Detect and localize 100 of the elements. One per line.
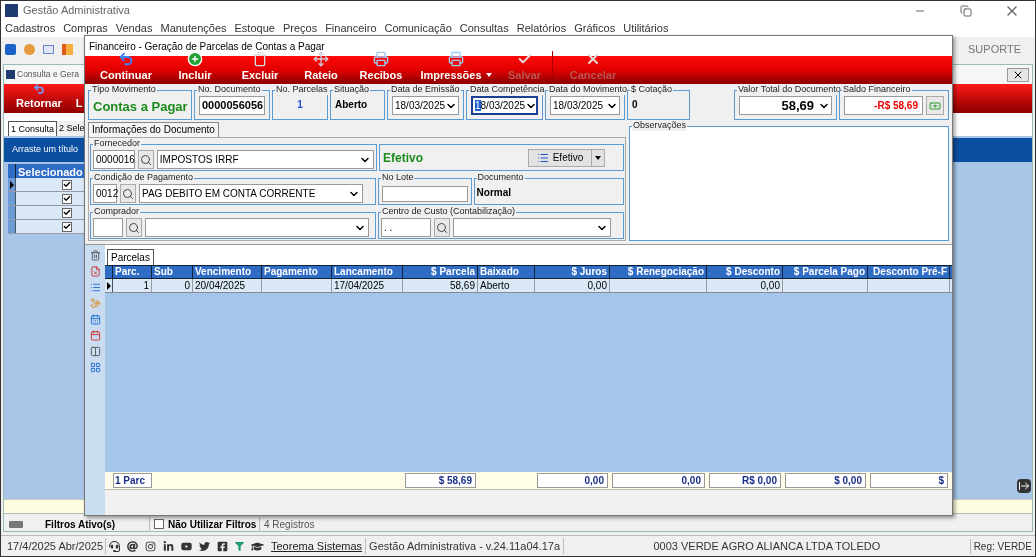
tab[interactable]: Informações do Documento	[88, 122, 219, 137]
printer-icon	[373, 50, 389, 67]
list-icon[interactable]	[89, 282, 101, 293]
tab[interactable]: 1 Consulta	[8, 121, 58, 136]
column-header[interactable]: $ Desconto	[707, 266, 783, 278]
status-button[interactable]: Efetivo	[528, 148, 605, 167]
window-title: Consulta e Gera	[17, 68, 79, 81]
funnel-icon[interactable]	[235, 541, 244, 551]
code-field[interactable]: 0012	[93, 184, 117, 203]
restore-icon	[960, 4, 972, 17]
dropdown-arrow-icon	[485, 72, 492, 77]
checkbox[interactable]	[62, 221, 72, 232]
menu-item[interactable]: Compras	[63, 20, 108, 37]
filters-label: Filtros Ativo(s)	[45, 517, 117, 532]
code-field[interactable]: . .	[380, 218, 431, 237]
instagram-icon[interactable]	[145, 540, 156, 552]
column-header[interactable]: Desconto Pré-F	[868, 266, 950, 278]
column-header[interactable]: $ Juros	[535, 266, 610, 278]
trash-icon[interactable]	[89, 250, 101, 261]
tab[interactable]: 2 Sele	[57, 121, 87, 136]
date-dropdown[interactable]: 58,69	[739, 96, 832, 115]
checkbox[interactable]	[154, 519, 164, 529]
column-header[interactable]: Parc.	[113, 266, 152, 278]
search-button[interactable]	[138, 150, 154, 169]
field-value: Contas a Pagar	[92, 98, 189, 116]
status-text: Efetivo	[383, 149, 423, 167]
menu-item[interactable]: Consultas	[459, 20, 509, 37]
code-field[interactable]	[93, 218, 123, 237]
code-field[interactable]: 0000016	[93, 150, 135, 169]
menu-item[interactable]: Gráficos	[574, 20, 616, 37]
columns-icon[interactable]	[89, 346, 101, 357]
move-icon	[313, 50, 329, 67]
search-button[interactable]	[126, 218, 142, 237]
batch-field[interactable]	[381, 186, 468, 202]
search-icon	[139, 153, 152, 166]
menu-item[interactable]: Cadastros	[5, 20, 56, 37]
group-label: Saldo Financeiro	[842, 84, 912, 95]
column-header[interactable]: $ Parcela	[403, 266, 478, 278]
menu-item[interactable]: Estoque	[234, 20, 275, 37]
menu-item[interactable]: Relatórios	[516, 20, 567, 37]
file-x-icon[interactable]	[89, 266, 101, 277]
buyer-dropdown[interactable]	[145, 218, 369, 237]
search-button[interactable]	[433, 218, 450, 237]
calendar-icon[interactable]	[89, 314, 101, 325]
menu-item[interactable]: Financeiro	[325, 20, 377, 37]
group-label: Data do Movimento	[548, 84, 629, 95]
company-link[interactable]: Teorema Sistemas	[271, 537, 363, 555]
column-header[interactable]: Baixado	[478, 266, 535, 278]
date-dropdown[interactable]: 18/03/2025	[550, 96, 620, 115]
total-cell: 0,00	[537, 473, 608, 488]
grid-icon[interactable]	[89, 362, 101, 373]
column-header[interactable]: Sub	[152, 266, 193, 278]
table-cell: 17/04/2025	[332, 279, 403, 292]
checkbox[interactable]	[62, 193, 72, 204]
date-dropdown[interactable]: 18/03/2025	[392, 96, 459, 115]
supplier-dropdown[interactable]: IMPOSTOS IRRF	[156, 150, 374, 169]
linkedin-icon[interactable]	[163, 540, 174, 552]
search-button[interactable]	[120, 184, 136, 203]
column-header[interactable]: Vencimento	[193, 266, 262, 278]
column-header[interactable]: Pagamento	[262, 266, 332, 278]
menu-item[interactable]: Preços	[282, 20, 318, 37]
facebook-icon[interactable]	[217, 540, 228, 552]
date-dropdown[interactable]: 18/03/2025	[471, 96, 538, 115]
close-button[interactable]	[1007, 67, 1029, 82]
group-label: No. Parcelas	[275, 84, 329, 95]
document-number-field[interactable]: 0000056056	[199, 96, 265, 115]
twitter-icon[interactable]	[199, 540, 210, 552]
checkbox[interactable]	[62, 207, 72, 218]
total-cell: 0,00	[612, 473, 705, 488]
email-icon[interactable]	[127, 540, 138, 552]
group-label: Documento	[476, 172, 525, 183]
table-cell: 20/04/2025	[193, 279, 262, 292]
headset-icon[interactable]	[109, 540, 120, 552]
menu-item[interactable]: Vendas	[115, 20, 153, 37]
tab[interactable]: Parcelas	[107, 249, 154, 265]
calendar-icon[interactable]	[89, 330, 101, 341]
youtube-icon[interactable]	[181, 540, 192, 552]
undo-icon	[32, 82, 45, 95]
cost-center-dropdown[interactable]	[452, 218, 611, 237]
column-header[interactable]: $ Parcela Pago	[783, 266, 868, 278]
company-label: 0003 VERDE AGRO ALIANCA LTDA TOLEDO	[563, 537, 970, 555]
menu-item[interactable]: Manutenções	[160, 20, 227, 37]
money-icon	[929, 99, 941, 112]
payment-condition-dropdown[interactable]: PAG DEBITO EM CONTA CORRENTE	[139, 184, 363, 203]
window-logo-icon	[6, 70, 15, 79]
support-button[interactable]: SUPORTE	[968, 41, 1021, 58]
group-label: Tipo Movimento	[91, 84, 157, 95]
column-header[interactable]: Lancamento	[332, 266, 403, 278]
menu-item[interactable]: Utilitários	[623, 20, 669, 37]
card-icon[interactable]	[43, 45, 54, 54]
toolbar-button[interactable]: Recibos	[347, 50, 415, 84]
checkbox[interactable]	[62, 179, 72, 190]
menu-item[interactable]: Comunicação	[384, 20, 452, 37]
money-bag-button[interactable]	[926, 96, 944, 115]
toolbar-button[interactable]: Impressões	[415, 50, 497, 84]
column-header[interactable]: $ Renegociação	[610, 266, 707, 278]
toolbar-button[interactable]: L	[75, 82, 83, 111]
side-tab-icon[interactable]	[1017, 479, 1031, 493]
toolbar-button[interactable]: Retornar	[16, 82, 62, 111]
list-icon	[536, 151, 549, 164]
